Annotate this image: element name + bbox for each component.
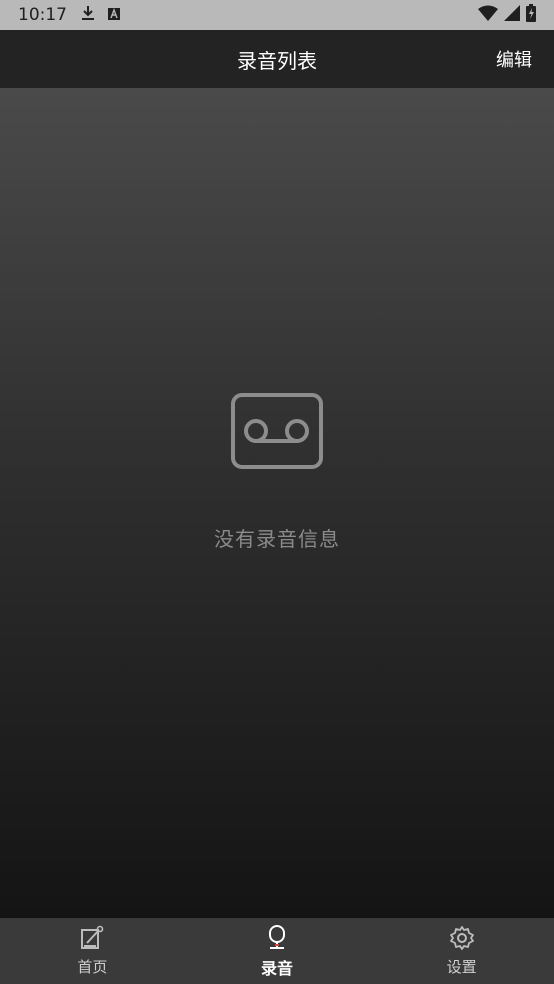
nav-label-home: 首页 [77, 958, 108, 976]
status-system-icons [478, 4, 536, 26]
app-bar: 录音列表 编辑 [0, 30, 554, 88]
status-bar: 10:17 [0, 0, 554, 30]
empty-message: 没有录音信息 [214, 527, 340, 551]
gear-icon [449, 925, 475, 955]
nav-label-record: 录音 [261, 958, 294, 978]
signal-icon [504, 5, 520, 25]
cassette-icon [231, 393, 323, 473]
nav-item-record[interactable]: 录音 [185, 918, 370, 984]
microphone-icon [266, 924, 288, 954]
battery-charging-icon [526, 4, 536, 26]
wifi-icon [478, 5, 498, 25]
recording-list: 没有录音信息 [0, 88, 554, 918]
page-title: 录音列表 [237, 48, 317, 73]
nav-label-settings: 设置 [446, 958, 477, 976]
status-notification-icons [81, 5, 121, 25]
download-icon [81, 5, 95, 25]
nav-item-home[interactable]: 首页 [0, 918, 185, 984]
bottom-navigation: 首页 录音 设置 [0, 918, 554, 984]
keyboard-a-icon [107, 6, 121, 25]
edit-note-icon [79, 925, 105, 955]
nav-item-settings[interactable]: 设置 [369, 918, 554, 984]
edit-button[interactable]: 编辑 [496, 46, 532, 72]
empty-state: 没有录音信息 [0, 393, 554, 552]
status-time: 10:17 [18, 5, 67, 25]
